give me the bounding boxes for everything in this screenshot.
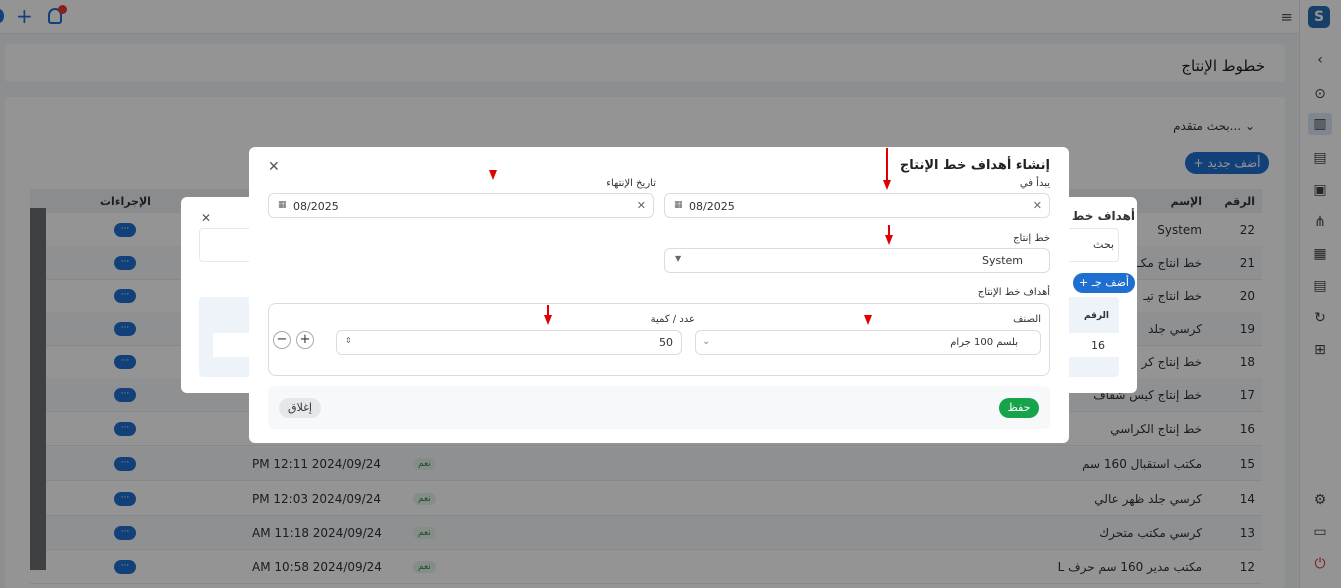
start-date-label: يبدأ في bbox=[1019, 178, 1050, 189]
production-line-value: System bbox=[981, 254, 1023, 267]
start-date-value: 08/2025 bbox=[689, 200, 735, 213]
annotation-arrow bbox=[864, 315, 872, 325]
clear-icon[interactable]: ✕ bbox=[637, 199, 646, 212]
modal-title: إنشاء أهداف خط الإنتاج bbox=[899, 158, 1050, 173]
annotation-arrow bbox=[544, 315, 552, 325]
calendar-icon: ▦ bbox=[278, 200, 287, 210]
category-value: بلسم 100 جرام bbox=[950, 337, 1018, 348]
targets-section-label: أهداف خط الإنتاج bbox=[977, 287, 1050, 298]
remove-row-button[interactable]: − bbox=[273, 331, 291, 349]
close-icon[interactable]: ✕ bbox=[201, 211, 211, 225]
targets-add-button[interactable]: + أضف جـ bbox=[1072, 273, 1135, 293]
end-date-field[interactable]: ▦ 08/2025 ✕ bbox=[268, 193, 654, 218]
annotation-arrow-line bbox=[547, 305, 549, 315]
create-targets-modal: إنشاء أهداف خط الإنتاج ✕ يبدأ في ▦ 08/20… bbox=[249, 147, 1069, 443]
calendar-icon: ▦ bbox=[674, 200, 683, 210]
quantity-label: عدد / كمية bbox=[650, 314, 695, 325]
chevron-down-icon: ⌄ bbox=[702, 336, 711, 347]
targets-group: الصنف ⌄ بلسم 100 جرام عدد / كمية ⇕ 50 + … bbox=[268, 303, 1050, 376]
start-date-field[interactable]: ▦ 08/2025 ✕ bbox=[664, 193, 1050, 218]
production-line-label: خط إنتاج bbox=[1013, 233, 1050, 244]
save-button[interactable]: حفظ bbox=[999, 398, 1039, 418]
targets-column-number: الرقم bbox=[1083, 311, 1109, 321]
quantity-value: 50 bbox=[659, 336, 673, 349]
caret-down-icon: ▼ bbox=[675, 254, 682, 263]
modal-footer: حفظ إغلاق bbox=[268, 386, 1050, 429]
targets-row-number: 16 bbox=[1091, 339, 1105, 352]
quantity-field[interactable]: ⇕ 50 bbox=[336, 330, 682, 355]
targets-search-toggle[interactable]: بحث bbox=[1093, 238, 1114, 251]
add-row-button[interactable]: + bbox=[296, 331, 314, 349]
annotation-arrow bbox=[883, 180, 891, 190]
stepper-icon[interactable]: ⇕ bbox=[345, 336, 352, 345]
end-date-value: 08/2025 bbox=[293, 200, 339, 213]
close-button[interactable]: إغلاق bbox=[279, 398, 321, 418]
annotation-arrow-line bbox=[888, 225, 890, 235]
clear-icon[interactable]: ✕ bbox=[1033, 199, 1042, 212]
category-label: الصنف bbox=[1013, 314, 1041, 325]
close-icon[interactable]: ✕ bbox=[268, 159, 280, 175]
production-line-select[interactable]: ▼ System bbox=[664, 248, 1050, 273]
category-select[interactable]: ⌄ بلسم 100 جرام bbox=[695, 330, 1041, 355]
annotation-arrow-line bbox=[886, 148, 888, 180]
annotation-arrow bbox=[489, 170, 497, 180]
targets-list-title: أهداف خط bbox=[1071, 209, 1135, 223]
end-date-label: تاريخ الإنتهاء bbox=[606, 178, 656, 189]
annotation-arrow bbox=[885, 235, 893, 245]
